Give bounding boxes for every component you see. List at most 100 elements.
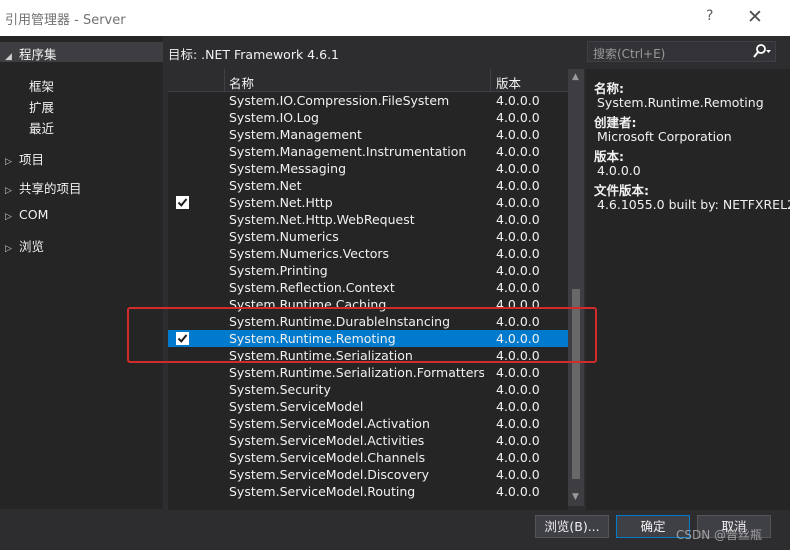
table-row[interactable]: System.Net.Http.WebRequest 4.0.0.0 bbox=[168, 211, 568, 228]
assembly-version: 4.0.0.0 bbox=[496, 399, 540, 414]
sidebar-item-assemblies[interactable]: ◢ 程序集 bbox=[5, 44, 57, 63]
assembly-version: 4.0.0.0 bbox=[496, 484, 540, 499]
assembly-name: System.Runtime.Caching bbox=[229, 297, 387, 312]
assembly-name: System.Runtime.DurableInstancing bbox=[229, 314, 451, 329]
sidebar-item-label: 项目 bbox=[19, 152, 45, 167]
sidebar-item-framework[interactable]: 框架 bbox=[29, 76, 54, 95]
checkbox-checked-icon[interactable] bbox=[176, 196, 189, 209]
details-panel: 名称: System.Runtime.Remoting 创建者: Microso… bbox=[586, 69, 790, 510]
assembly-name: System.ServiceModel bbox=[229, 399, 364, 414]
sidebar-item-label: 程序集 bbox=[19, 47, 57, 62]
detail-version-value: 4.0.0.0 bbox=[597, 163, 641, 178]
sidebar-item-com[interactable]: ▷ COM bbox=[5, 207, 48, 222]
assembly-version: 4.0.0.0 bbox=[496, 229, 540, 244]
assembly-name: System.IO.Log bbox=[229, 110, 319, 125]
table-row[interactable]: System.ServiceModel.Routing 4.0.0.0 bbox=[168, 483, 568, 500]
table-row[interactable]: System.ServiceModel.Activities 4.0.0.0 bbox=[168, 432, 568, 449]
assembly-list[interactable]: 名称 版本 System.IO.Compression.FileSystem 4.… bbox=[168, 69, 568, 510]
target-framework-label: 目标: .NET Framework 4.6.1 bbox=[168, 47, 339, 62]
scroll-up-icon[interactable]: ▲ bbox=[572, 72, 579, 82]
search-input[interactable]: 搜索(Ctrl+E) bbox=[593, 45, 665, 62]
assembly-name: System.Runtime.Remoting bbox=[229, 331, 396, 346]
assembly-name: System.Runtime.Serialization bbox=[229, 348, 413, 363]
table-row[interactable]: System.Net.Http 4.0.0.0 bbox=[168, 194, 568, 211]
assembly-version: 4.0.0.0 bbox=[496, 144, 540, 159]
table-row[interactable]: System.IO.Compression.FileSystem 4.0.0.0 bbox=[168, 92, 568, 109]
table-row[interactable]: System.Net 4.0.0.0 bbox=[168, 177, 568, 194]
assembly-version: 4.0.0.0 bbox=[496, 263, 540, 278]
scroll-down-icon[interactable]: ▼ bbox=[572, 492, 579, 502]
table-row[interactable]: System.Printing 4.0.0.0 bbox=[168, 262, 568, 279]
table-row[interactable]: System.Numerics.Vectors 4.0.0.0 bbox=[168, 245, 568, 262]
detail-name-value: System.Runtime.Remoting bbox=[597, 95, 764, 110]
table-row[interactable]: System.Runtime.DurableInstancing 4.0.0.0 bbox=[168, 313, 568, 330]
close-button[interactable]: ✕ bbox=[747, 6, 763, 28]
assembly-version: 4.0.0.0 bbox=[496, 93, 540, 108]
search-box[interactable]: 搜索(Ctrl+E) bbox=[587, 41, 776, 62]
assembly-name: System.Management bbox=[229, 127, 362, 142]
assembly-name: System.Net.Http bbox=[229, 195, 333, 210]
checkbox-checked-icon[interactable] bbox=[176, 332, 189, 345]
sidebar-item-extensions[interactable]: 扩展 bbox=[29, 97, 54, 116]
column-header-version[interactable]: 版本 bbox=[496, 73, 521, 92]
table-row[interactable]: System.Runtime.Caching 4.0.0.0 bbox=[168, 296, 568, 313]
assembly-version: 4.0.0.0 bbox=[496, 110, 540, 125]
sidebar-item-shared-projects[interactable]: ▷ 共享的项目 bbox=[5, 178, 82, 197]
assembly-name: System.Runtime.Serialization.Formatters.… bbox=[229, 365, 484, 380]
table-row[interactable]: System.ServiceModel 4.0.0.0 bbox=[168, 398, 568, 415]
assembly-version: 4.0.0.0 bbox=[496, 348, 540, 363]
assembly-name: System.Security bbox=[229, 382, 331, 397]
table-row[interactable]: System.Management.Instrumentation 4.0.0.0 bbox=[168, 143, 568, 160]
sidebar-item-browse[interactable]: ▷ 浏览 bbox=[5, 236, 44, 255]
detail-creator-value: Microsoft Corporation bbox=[597, 129, 732, 144]
assembly-name: System.ServiceModel.Channels bbox=[229, 450, 426, 465]
assembly-version: 4.0.0.0 bbox=[496, 212, 540, 227]
sidebar-item-projects[interactable]: ▷ 项目 bbox=[5, 149, 44, 168]
sidebar-item-recent[interactable]: 最近 bbox=[29, 118, 54, 137]
table-row[interactable]: System.ServiceModel.Activation 4.0.0.0 bbox=[168, 415, 568, 432]
scrollbar-thumb[interactable] bbox=[572, 289, 580, 479]
table-row[interactable]: System.Security 4.0.0.0 bbox=[168, 381, 568, 398]
assembly-version: 4.0.0.0 bbox=[496, 127, 540, 142]
sidebar-item-label: 浏览 bbox=[19, 239, 45, 254]
browse-button[interactable]: 浏览(B)... bbox=[535, 515, 609, 538]
assembly-name: System.Net.Http.WebRequest bbox=[229, 212, 415, 227]
collapsed-triangle-icon: ▷ bbox=[5, 244, 12, 254]
assembly-name: System.Management.Instrumentation bbox=[229, 144, 467, 159]
table-row[interactable]: System.Runtime.Serialization.Formatters.… bbox=[168, 364, 568, 381]
assembly-name: System.Reflection.Context bbox=[229, 280, 395, 295]
assembly-name: System.ServiceModel.Activities bbox=[229, 433, 425, 448]
column-separator[interactable] bbox=[224, 69, 225, 91]
assembly-version: 4.0.0.0 bbox=[496, 314, 540, 329]
assembly-version: 4.0.0.0 bbox=[496, 178, 540, 193]
table-row[interactable]: System.ServiceModel.Channels 4.0.0.0 bbox=[168, 449, 568, 466]
table-row[interactable]: System.Messaging 4.0.0.0 bbox=[168, 160, 568, 177]
table-row[interactable]: System.ServiceModel.Discovery 4.0.0.0 bbox=[168, 466, 568, 483]
search-icon[interactable] bbox=[751, 43, 773, 64]
table-row-selected[interactable]: System.Runtime.Remoting 4.0.0.0 bbox=[168, 330, 568, 347]
column-separator[interactable] bbox=[490, 69, 491, 91]
table-row[interactable]: System.Management 4.0.0.0 bbox=[168, 126, 568, 143]
table-row[interactable]: System.IO.Log 4.0.0.0 bbox=[168, 109, 568, 126]
title-bar: 引用管理器 - Server ? ✕ bbox=[0, 0, 790, 36]
detail-file-version-value: 4.6.1055.0 built by: NETFXREL2 bbox=[597, 197, 790, 212]
assembly-name: System.Numerics bbox=[229, 229, 339, 244]
assembly-name: System.Printing bbox=[229, 263, 328, 278]
table-row[interactable]: System.Runtime.Serialization 4.0.0.0 bbox=[168, 347, 568, 364]
assembly-version: 4.0.0.0 bbox=[496, 280, 540, 295]
list-header: 名称 版本 bbox=[168, 69, 568, 92]
assembly-version: 4.0.0.0 bbox=[496, 195, 540, 210]
collapsed-triangle-icon: ▷ bbox=[5, 186, 12, 196]
assembly-version: 4.0.0.0 bbox=[496, 297, 540, 312]
column-header-name[interactable]: 名称 bbox=[229, 73, 254, 92]
assembly-version: 4.0.0.0 bbox=[496, 433, 540, 448]
help-button[interactable]: ? bbox=[706, 8, 713, 24]
table-row[interactable]: System.Reflection.Context 4.0.0.0 bbox=[168, 279, 568, 296]
collapsed-triangle-icon: ▷ bbox=[5, 157, 12, 167]
assembly-version: 4.0.0.0 bbox=[496, 467, 540, 482]
sidebar-item-label: COM bbox=[19, 207, 49, 222]
assembly-version: 4.0.0.0 bbox=[496, 246, 540, 261]
table-row[interactable]: System.Numerics 4.0.0.0 bbox=[168, 228, 568, 245]
list-scrollbar[interactable]: ▲ ▼ bbox=[568, 69, 584, 506]
sidebar-item-label: 共享的项目 bbox=[19, 181, 82, 196]
